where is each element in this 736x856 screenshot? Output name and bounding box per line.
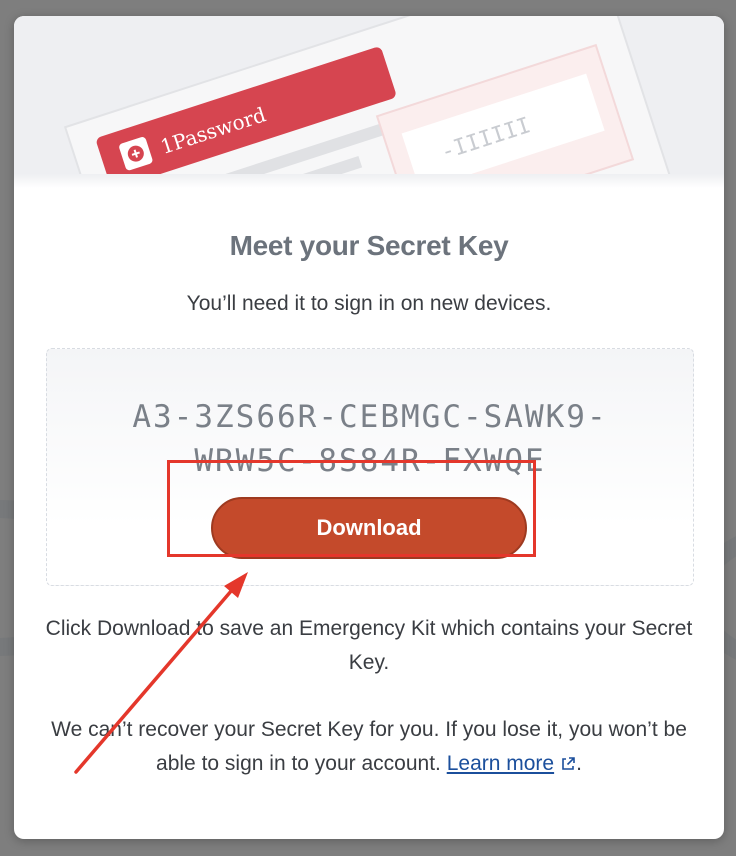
- emergency-kit-illustration: 1Password -IIIIII: [63, 16, 702, 188]
- download-info-text: Click Download to save an Emergency Kit …: [45, 617, 693, 674]
- hero-fade: [14, 174, 724, 188]
- external-link-icon: [560, 749, 576, 783]
- hero-illustration: 1Password -IIIIII: [14, 16, 724, 188]
- dialog-title: Meet your Secret Key: [229, 230, 509, 261]
- period: .: [576, 752, 582, 775]
- dialog-subtitle: You’ll need it to sign in on new devices…: [186, 292, 552, 315]
- learn-more-label: Learn more: [446, 752, 555, 775]
- secret-key-dialog: 1Password -IIIIII Meet your Secret Key Y…: [14, 16, 724, 839]
- annotation-highlight-box: [167, 460, 536, 557]
- secret-key-line-1: A3-3ZS66R-CEBMGC-SAWK9-: [132, 399, 608, 435]
- recover-info-text: We can’t recover your Secret Key for you…: [51, 718, 687, 775]
- recover-info-paragraph: We can’t recover your Secret Key for you…: [44, 713, 694, 783]
- learn-more-link[interactable]: Learn more: [447, 752, 576, 775]
